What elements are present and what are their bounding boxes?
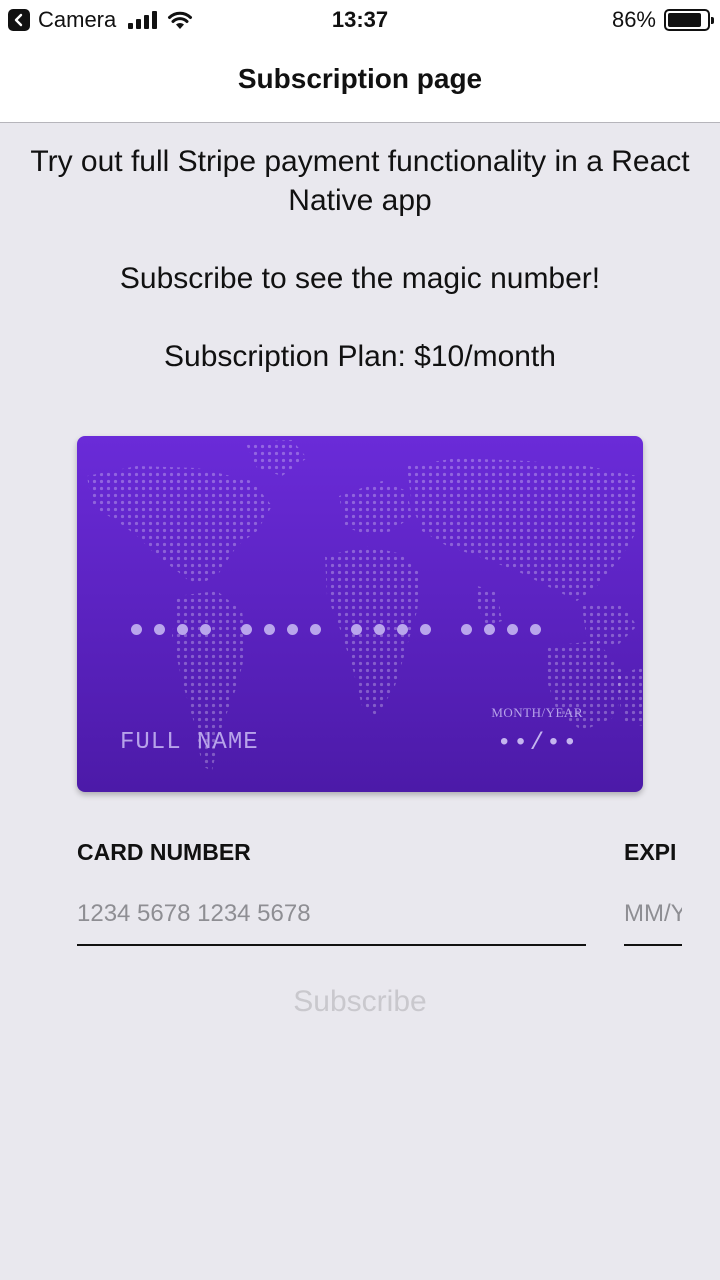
card-number-dot — [287, 624, 298, 635]
card-expiry-label: MONTH/YEAR — [491, 705, 583, 720]
card-number-dot — [131, 624, 142, 635]
status-right: 86% — [611, 6, 714, 34]
card-number-mask — [131, 624, 541, 635]
subscribe-button[interactable]: Subscribe — [260, 978, 460, 1026]
card-number-dot-group — [461, 624, 541, 635]
battery-fill — [668, 13, 701, 27]
card-number-dot-group — [131, 624, 211, 635]
card-number-dot — [461, 624, 472, 635]
plan-text: Subscription Plan: $10/month — [164, 340, 556, 373]
battery-nub — [711, 17, 714, 24]
card-number-dot — [177, 624, 188, 635]
card-number-dot — [264, 624, 275, 635]
card-number-dot — [200, 624, 211, 635]
card-number-dot — [420, 624, 431, 635]
card-expiry-placeholder: ••/•• — [496, 730, 579, 757]
card-number-dot — [241, 624, 252, 635]
card-number-input[interactable] — [77, 884, 586, 946]
battery-percent: 86% — [611, 7, 656, 32]
expiry-input[interactable] — [624, 884, 682, 946]
subscribe-prompt: Subscribe to see the magic number! — [119, 262, 601, 295]
battery-icon — [664, 9, 714, 31]
card-number-dot — [351, 624, 362, 635]
card-number-dot-group — [241, 624, 321, 635]
card-number-dot — [374, 624, 385, 635]
status-bar: Camera 13:37 86% — [0, 0, 720, 40]
intro-text: Try out full Stripe payment functionalit… — [30, 145, 690, 217]
expiry-label: EXPI — [624, 839, 677, 865]
page-title: Subscription page — [237, 63, 483, 94]
card-number-label: CARD NUMBER — [77, 839, 251, 865]
card-number-dot — [310, 624, 321, 635]
nav-bar: Subscription page — [0, 40, 720, 123]
card-number-dot — [484, 624, 495, 635]
card-number-dot — [507, 624, 518, 635]
card-number-dot — [397, 624, 408, 635]
card-number-dot-group — [351, 624, 431, 635]
card-number-dot — [154, 624, 165, 635]
card-preview: FULL NAME MONTH/YEAR ••/•• — [77, 436, 643, 792]
card-name-placeholder: FULL NAME — [120, 729, 259, 756]
card-number-dot — [530, 624, 541, 635]
